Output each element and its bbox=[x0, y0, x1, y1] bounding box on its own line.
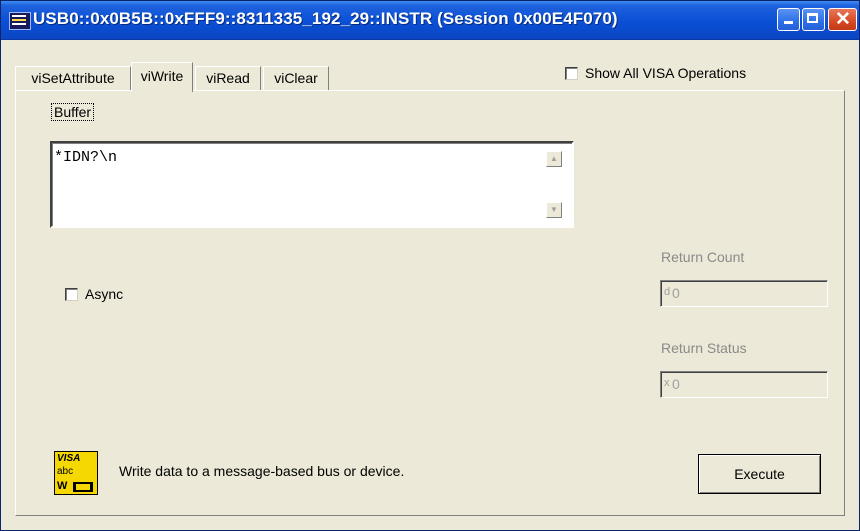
visa-write-icon: VISA abc W bbox=[54, 451, 98, 495]
app-icon bbox=[9, 12, 31, 30]
return-status-radix: x bbox=[664, 377, 670, 389]
return-status-field: x 0 bbox=[660, 371, 828, 398]
visa-icon-chip bbox=[73, 482, 93, 492]
minimize-button[interactable] bbox=[777, 8, 800, 31]
visa-icon-line1: VISA bbox=[57, 453, 81, 464]
return-count-value: 0 bbox=[672, 285, 680, 301]
window-title: USB0::0x0B5B::0xFFF9::8311335_192_29::IN… bbox=[33, 9, 618, 28]
maximize-icon bbox=[807, 13, 818, 23]
tab-visetattribute[interactable]: viSetAttribute bbox=[15, 66, 131, 90]
return-status-value: 0 bbox=[672, 376, 680, 392]
maximize-button[interactable] bbox=[802, 8, 825, 31]
visa-icon-line3: W bbox=[57, 480, 68, 492]
buffer-textarea[interactable]: *IDN?\n ▲ ▼ bbox=[50, 141, 574, 228]
tab-viwrite[interactable]: viWrite bbox=[131, 62, 193, 92]
return-count-label: Return Count bbox=[661, 249, 745, 265]
show-all-ops-checkbox[interactable] bbox=[565, 67, 578, 80]
return-status-label: Return Status bbox=[661, 340, 747, 356]
visa-icon-line2: abc bbox=[57, 466, 74, 477]
async-label[interactable]: Async bbox=[85, 286, 123, 302]
async-checkbox[interactable] bbox=[65, 288, 78, 301]
execute-button[interactable]: Execute bbox=[698, 454, 821, 494]
visa-session-window: USB0::0x0B5B::0xFFF9::8311335_192_29::IN… bbox=[0, 0, 860, 531]
close-icon: ✕ bbox=[835, 9, 851, 30]
buffer-value: *IDN?\n bbox=[54, 149, 118, 166]
operation-description: Write data to a message-based bus or dev… bbox=[119, 463, 405, 479]
scroll-up-button[interactable]: ▲ bbox=[546, 151, 562, 167]
scroll-down-button[interactable]: ▼ bbox=[546, 202, 562, 218]
tab-viread[interactable]: viRead bbox=[195, 66, 261, 90]
title-bar[interactable]: USB0::0x0B5B::0xFFF9::8311335_192_29::IN… bbox=[1, 1, 859, 40]
return-count-radix: d bbox=[664, 286, 671, 298]
tab-viclear[interactable]: viClear bbox=[263, 66, 329, 90]
show-all-ops-label[interactable]: Show All VISA Operations bbox=[585, 65, 746, 81]
minimize-icon bbox=[784, 21, 793, 24]
return-count-field: d 0 bbox=[660, 280, 828, 307]
buffer-label: Buffer bbox=[50, 103, 95, 121]
close-button[interactable]: ✕ bbox=[828, 8, 857, 31]
